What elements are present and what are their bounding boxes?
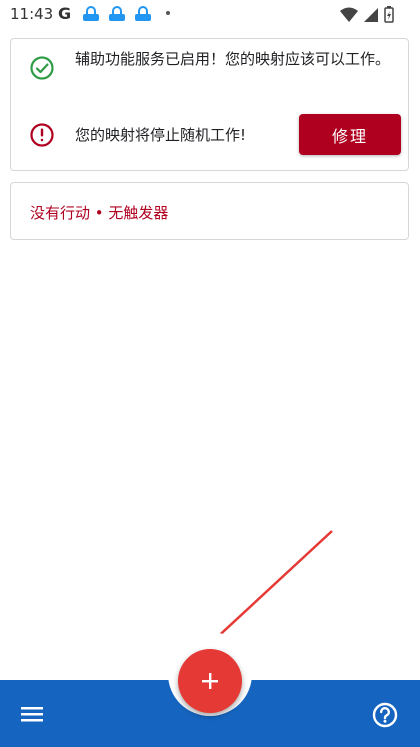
accessibility-enabled-message: 辅助功能服务已启用！您的映射应该可以工作。	[75, 50, 391, 68]
app-notification-icon	[109, 6, 125, 21]
plus-icon	[202, 673, 218, 689]
more-notifications-dot	[166, 11, 170, 15]
signal-icon	[364, 7, 378, 22]
check-circle-icon	[30, 56, 54, 80]
app-notification-icon	[135, 6, 151, 21]
google-icon: G	[58, 4, 72, 23]
add-mapping-fab[interactable]	[178, 649, 242, 713]
app-notification-icon	[83, 6, 99, 21]
wifi-icon	[340, 7, 358, 22]
battery-icon	[384, 6, 394, 23]
actions-triggers-card[interactable]: 没有行动 • 无触发器	[10, 182, 409, 240]
mapping-warning-message: 您的映射将停止随机工作!	[75, 126, 247, 144]
status-bar: 11:43 G	[0, 0, 420, 30]
help-circle-icon[interactable]	[370, 700, 400, 730]
fix-button[interactable]: 修理	[299, 114, 401, 155]
error-circle-icon	[30, 123, 54, 147]
status-time: 11:43	[10, 5, 54, 23]
service-status-card: 辅助功能服务已启用！您的映射应该可以工作。 您的映射将停止随机工作! 修理	[10, 38, 409, 171]
empty-actions-message: 没有行动 • 无触发器	[30, 204, 169, 222]
menu-icon[interactable]	[18, 700, 46, 728]
